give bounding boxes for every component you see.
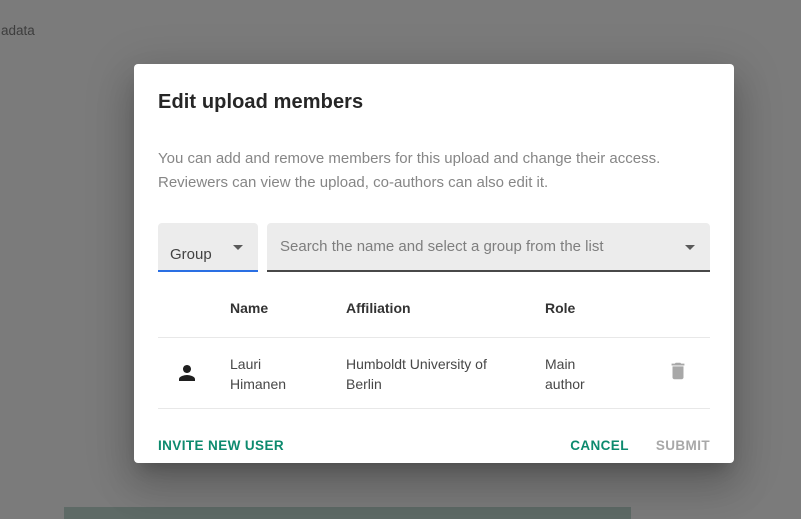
column-header-affiliation: Affiliation [346, 300, 545, 316]
member-name-line1: Lauri [230, 354, 346, 374]
cancel-button[interactable]: CANCEL [570, 438, 629, 454]
column-header-role: Role [545, 300, 645, 316]
dialog-actions: INVITE NEW USER CANCEL SUBMIT [158, 438, 710, 454]
members-table: Name Affiliation Role Lauri Himanen Humb… [158, 272, 710, 409]
chevron-down-icon[interactable] [678, 235, 702, 259]
member-name-line2: Himanen [230, 374, 346, 394]
member-delete-cell [645, 354, 710, 382]
member-row: Lauri Himanen Humboldt University of Ber… [158, 338, 710, 409]
invite-new-user-button[interactable]: INVITE NEW USER [158, 438, 284, 454]
edit-upload-members-dialog: Edit upload members You can add and remo… [134, 64, 734, 463]
member-avatar-cell [158, 354, 230, 390]
dialog-title: Edit upload members [134, 64, 734, 115]
member-search-controls: Group [158, 223, 710, 272]
dialog-description-line1: You can add and remove members for this … [158, 147, 710, 171]
member-name-cell: Lauri Himanen [230, 354, 346, 394]
member-type-select[interactable]: Group [158, 223, 258, 272]
member-type-select-value: Group [170, 246, 212, 263]
member-role-line1: Main [545, 354, 645, 374]
background-partial-text: adata [1, 23, 35, 38]
delete-member-button[interactable] [667, 360, 689, 382]
dialog-description-line2: Reviewers can view the upload, co-author… [158, 171, 710, 195]
members-table-header: Name Affiliation Role [158, 300, 710, 338]
chevron-down-icon [226, 235, 250, 259]
member-role-cell: Main author [545, 354, 645, 394]
member-role-line2: author [545, 374, 645, 394]
member-affiliation-cell: Humboldt University of Berlin [346, 354, 545, 394]
member-search-input[interactable] [267, 223, 710, 270]
member-search-field [267, 223, 710, 272]
person-icon [175, 361, 199, 390]
column-header-name: Name [230, 300, 346, 316]
trash-icon [667, 370, 689, 385]
member-affiliation-line2: Berlin [346, 374, 545, 394]
dialog-description: You can add and remove members for this … [158, 147, 710, 195]
submit-button[interactable]: SUBMIT [656, 438, 710, 454]
background-footer-band [64, 507, 631, 519]
member-affiliation-line1: Humboldt University of [346, 354, 545, 374]
